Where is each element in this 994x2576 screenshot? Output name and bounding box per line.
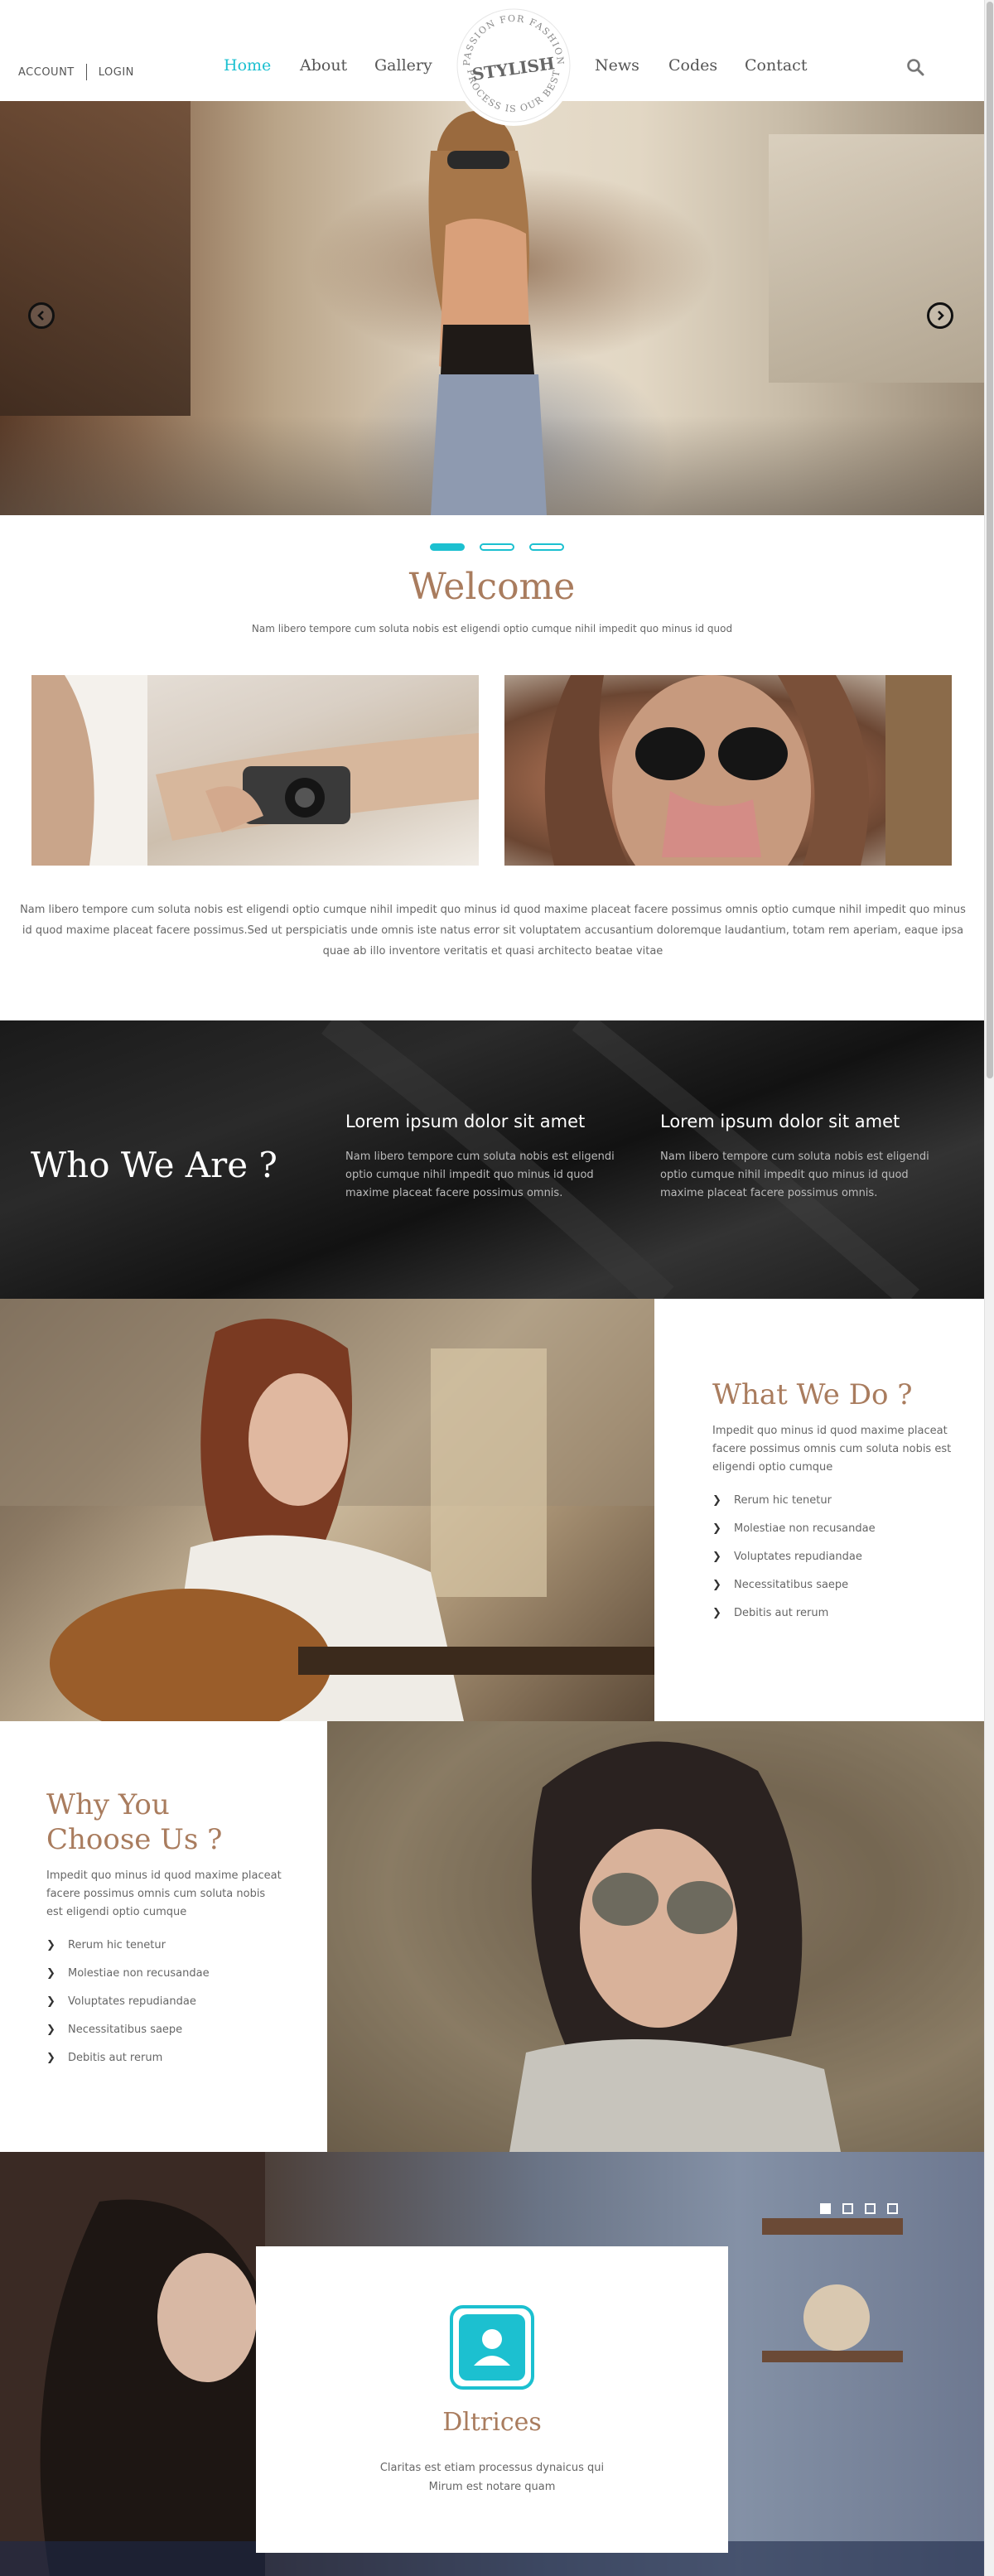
what-we-do-image	[0, 1299, 654, 1721]
hero-dot-2[interactable]	[480, 543, 514, 551]
list-item-label: Rerum hic tenetur	[68, 1939, 166, 1951]
list-item: ❯ Debitis aut rerum	[46, 2044, 282, 2072]
nav-about[interactable]: About	[300, 56, 347, 75]
list-item-label: Debitis aut rerum	[68, 2052, 163, 2064]
who-column-1-text: Nam libero tempore cum soluta nobis est …	[345, 1151, 615, 1199]
chevron-right-icon: ❯	[712, 1522, 721, 1535]
welcome-title: Welcome	[408, 566, 576, 608]
what-list: ❯ Rerum hic tenetur ❯ Molestiae non recusa…	[712, 1487, 953, 1628]
nav-gallery[interactable]: Gallery	[374, 56, 432, 75]
page-scrollbar[interactable]	[984, 0, 994, 2576]
who-column-2-text: Nam libero tempore cum soluta nobis est …	[660, 1151, 929, 1199]
testimonial-dot-1[interactable]	[820, 2203, 831, 2214]
list-item-label: Molestiae non recusandae	[734, 1522, 876, 1535]
welcome-body: Nam libero tempore cum soluta nobis est …	[20, 904, 966, 958]
chevron-right-icon: ❯	[46, 1995, 55, 2008]
who-column-2: Lorem ipsum dolor sit amet Nam libero te…	[660, 1112, 950, 1203]
nav-contact[interactable]: Contact	[745, 56, 807, 75]
who-we-are-section: Who We Are ? Lorem ipsum dolor sit amet …	[0, 1020, 984, 1299]
user-icon	[450, 2305, 534, 2390]
welcome-subtitle: Nam libero tempore cum soluta nobis est …	[251, 623, 733, 634]
list-item-label: Molestiae non recusandae	[68, 1967, 210, 1980]
list-item: ❯ Debitis aut rerum	[712, 1599, 953, 1628]
nav-codes[interactable]: Codes	[668, 56, 717, 75]
who-column-1: Lorem ipsum dolor sit amet Nam libero te…	[345, 1112, 635, 1203]
list-item: ❯ Rerum hic tenetur	[46, 1932, 282, 1960]
list-item-label: Rerum hic tenetur	[734, 1494, 832, 1507]
hero-pagination	[430, 543, 564, 551]
account-divider	[85, 64, 87, 80]
list-item-label: Necessitatibus saepe	[734, 1579, 849, 1591]
page: ACCOUNT LOGIN Home About Gallery News Co…	[0, 0, 994, 2576]
chevron-right-icon: ❯	[712, 1579, 721, 1591]
list-item: ❯ Necessitatibus saepe	[46, 2016, 282, 2044]
hero-dot-3[interactable]	[529, 543, 564, 551]
why-choose-us-panel: Why You Choose Us ? Impedit quo minus id…	[0, 1721, 327, 2152]
sunglasses-photo-art	[544, 675, 952, 866]
hero-dot-1[interactable]	[430, 543, 465, 551]
testimonial-dot-2[interactable]	[842, 2203, 853, 2214]
testimonial-pagination	[820, 2203, 898, 2214]
chevron-left-icon	[37, 311, 44, 321]
welcome-photo-sunglasses	[504, 675, 952, 866]
chevron-right-icon	[938, 311, 944, 321]
chevron-right-icon: ❯	[712, 1551, 721, 1563]
hero-prev-button[interactable]	[28, 302, 55, 329]
site-logo[interactable]: PASSION FOR FASHION PROCESS IS OUR BEST …	[453, 5, 574, 126]
list-item: ❯ Voluptates repudiandae	[712, 1543, 953, 1571]
why-choose-us-image	[327, 1721, 984, 2152]
what-text: Impedit quo minus id quod maxime placeat…	[712, 1425, 952, 1474]
who-column-1-heading: Lorem ipsum dolor sit amet	[345, 1112, 586, 1131]
chevron-right-icon: ❯	[46, 1967, 55, 1980]
account-links: ACCOUNT LOGIN	[18, 64, 134, 80]
chevron-right-icon: ❯	[46, 2024, 55, 2036]
welcome-photo-camera	[31, 675, 479, 866]
why-text: Impedit quo minus id quod maxime placeat…	[46, 1869, 282, 1918]
hero-building-left	[0, 101, 191, 416]
list-item: ❯ Rerum hic tenetur	[712, 1487, 953, 1515]
hero-model-image	[428, 111, 547, 515]
hero-building-right	[769, 134, 984, 383]
aviator-photo-art	[327, 1721, 984, 2152]
list-item: ❯ Voluptates repudiandae	[46, 1988, 282, 2016]
who-title: Who We Are ?	[31, 1145, 277, 1185]
testimonial-card: Dltrices Claritas est etiam processus dy…	[256, 2246, 728, 2553]
account-link[interactable]: ACCOUNT	[18, 66, 75, 79]
logo-emblem: PASSION FOR FASHION PROCESS IS OUR BEST …	[456, 8, 571, 123]
testimonial-text: Claritas est etiam processus dynaicus qu…	[379, 2462, 605, 2493]
testimonial-dot-3[interactable]	[865, 2203, 876, 2214]
hero-slider	[0, 101, 984, 515]
nav-home[interactable]: Home	[224, 56, 271, 75]
list-item-label: Voluptates repudiandae	[68, 1995, 196, 2008]
search-icon[interactable]	[906, 58, 924, 80]
list-item: ❯ Molestiae non recusandae	[712, 1515, 953, 1543]
list-item-label: Debitis aut rerum	[734, 1607, 829, 1619]
camera-photo-art	[31, 675, 479, 866]
testimonial-dot-4[interactable]	[887, 2203, 898, 2214]
who-column-2-heading: Lorem ipsum dolor sit amet	[660, 1112, 900, 1131]
nav-news[interactable]: News	[595, 56, 639, 75]
list-item-label: Voluptates repudiandae	[734, 1551, 862, 1563]
guitar-photo-art	[0, 1299, 654, 1721]
why-list: ❯ Rerum hic tenetur ❯ Molestiae non recusa…	[46, 1932, 282, 2072]
what-title: What We Do ?	[712, 1378, 913, 1411]
login-link[interactable]: LOGIN	[99, 66, 134, 79]
hero-next-button[interactable]	[927, 302, 953, 329]
testimonial-name: Dltrices	[442, 2408, 542, 2437]
scrollbar-thumb[interactable]	[987, 2, 993, 1078]
list-item-label: Necessitatibus saepe	[68, 2024, 183, 2036]
list-item: ❯ Necessitatibus saepe	[712, 1571, 953, 1599]
list-item: ❯ Molestiae non recusandae	[46, 1960, 282, 1988]
why-title: Why You Choose Us ?	[46, 1788, 223, 1856]
chevron-right-icon: ❯	[712, 1607, 721, 1619]
chevron-right-icon: ❯	[46, 2052, 55, 2064]
what-we-do-panel: What We Do ? Impedit quo minus id quod m…	[654, 1299, 984, 1721]
chevron-right-icon: ❯	[46, 1939, 55, 1951]
chevron-right-icon: ❯	[712, 1494, 721, 1507]
